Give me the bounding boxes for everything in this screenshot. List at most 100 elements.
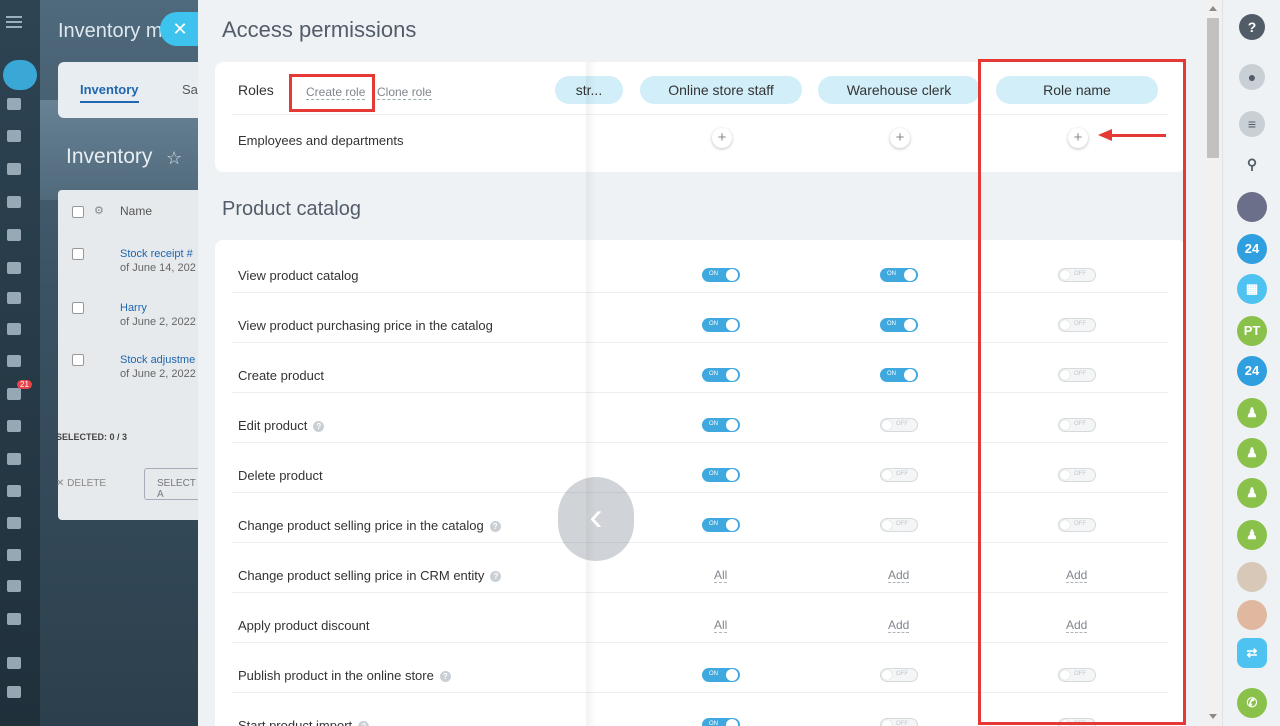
row-checkbox[interactable] [72,302,84,314]
target-icon[interactable] [7,420,21,432]
help-icon[interactable]: ? [490,571,502,582]
employees-icon[interactable] [7,292,21,304]
crm-filter-icon[interactable] [7,388,21,400]
sites-icon[interactable] [7,549,21,561]
left-sidebar: 21 [0,0,40,726]
create-role-highlight [289,74,375,112]
scroll-up-icon[interactable] [1209,6,1217,11]
window-title: Inventory m [58,20,163,42]
permission-toggle-on[interactable] [702,418,740,432]
help-icon[interactable]: ? [439,671,451,682]
cart-icon[interactable] [7,453,21,465]
name-column-header[interactable]: Name [120,204,152,218]
permission-toggle-off[interactable] [880,468,918,482]
vertical-scrollbar[interactable] [1204,0,1222,726]
chat-icon[interactable] [7,130,21,142]
add-employee-icon[interactable]: + [712,128,732,148]
access-permissions-panel: Access permissions Roles Create role Clo… [198,0,1222,726]
group-chat-icon[interactable]: ♟ [1237,520,1267,550]
permission-label: Change product selling price in CRM enti… [238,568,502,583]
permission-toggle-on[interactable] [702,468,740,482]
robot-icon[interactable] [7,229,21,241]
permission-toggle-on[interactable] [880,318,918,332]
permission-toggle-off[interactable] [880,418,918,432]
help-icon[interactable]: ? [489,521,501,532]
documents-icon[interactable] [7,196,21,208]
help-icon[interactable]: ? [313,421,325,432]
permission-value-link[interactable]: Add [888,569,910,583]
select-action-button[interactable]: SELECT A [144,468,200,500]
avatar[interactable] [1237,562,1267,592]
calendar-avatar-icon[interactable] [1237,600,1267,630]
close-slider-icon[interactable] [3,60,37,90]
permission-toggle-on[interactable] [702,318,740,332]
inventory-tabs: Inventory Sa [58,62,200,118]
permission-toggle-off[interactable] [880,718,918,726]
clone-role-link[interactable]: Clone role [377,85,432,100]
feed-icon[interactable] [7,98,21,110]
new-role-column-highlight [978,59,1186,725]
permission-toggle-on[interactable] [702,718,740,726]
hamburger-menu-icon[interactable] [6,16,22,28]
drive-icon[interactable] [7,262,21,274]
contact-card-icon[interactable] [7,485,21,497]
scroll-thumb[interactable] [1207,18,1219,158]
red-arrow-head-icon [1098,129,1112,141]
avatar-bitrix24[interactable]: 24 [1237,234,1267,264]
role-pill-online-store-staff[interactable]: Online store staff [640,76,802,104]
search-icon[interactable]: ⚲ [1239,151,1265,177]
table-row[interactable]: Harry of June 2, 2022 [120,302,196,328]
permission-value-link[interactable]: All [714,569,728,583]
avatar-pt[interactable]: PT [1237,316,1267,346]
table-row[interactable]: Stock receipt # of June 14, 202 [120,248,196,274]
group-chat-icon[interactable]: ♟ [1237,438,1267,468]
box-icon[interactable] [7,517,21,529]
help-icon[interactable]: ? [358,721,370,726]
tab-inventory[interactable]: Inventory [80,82,139,103]
right-sidebar: ? ● ≡ ⚲ 24 ▦ PT 24 ♟ ♟ ♟ ♟ ⇄ ✆ [1222,0,1280,726]
permission-toggle-on[interactable] [702,668,740,682]
transfer-icon[interactable]: ⇄ [1237,638,1267,668]
row-checkbox[interactable] [72,354,84,366]
permission-label: Edit product? [238,418,325,433]
tasks-icon[interactable] [7,355,21,367]
avatar-bitrix24[interactable]: 24 [1237,356,1267,386]
tab-sales[interactable]: Sa [182,82,198,97]
mail-icon[interactable] [7,323,21,335]
group-chat-icon[interactable]: ♟ [1237,398,1267,428]
settings-icon[interactable]: ⚙ [94,204,104,217]
calendar-chat-icon[interactable]: ▦ [1237,274,1267,304]
company-icon[interactable] [7,613,21,625]
permission-toggle-off[interactable] [880,518,918,532]
delete-button[interactable]: ✕ DELETE [56,478,106,489]
bell-icon[interactable]: ● [1239,64,1265,90]
gear-icon[interactable] [7,686,21,698]
avatar[interactable] [1237,192,1267,222]
scroll-left-chevron-icon[interactable]: ‹ [558,477,634,561]
calendar-icon[interactable] [7,163,21,175]
permission-toggle-on[interactable] [880,268,918,282]
add-employee-icon[interactable]: + [890,128,910,148]
phone-icon[interactable]: ✆ [1237,688,1267,718]
table-row[interactable]: Stock adjustme of June 2, 2022 [120,354,196,380]
row-checkbox[interactable] [72,248,84,260]
permission-toggle-on[interactable] [702,518,740,532]
permission-toggle-on[interactable] [702,368,740,382]
permission-toggle-on[interactable] [880,368,918,382]
star-icon[interactable]: ☆ [166,148,182,169]
permission-toggle-off[interactable] [880,668,918,682]
select-all-checkbox[interactable] [72,206,84,218]
settings-sliders-icon[interactable] [7,580,21,592]
permission-toggle-on[interactable] [702,268,740,282]
structure-icon[interactable] [7,657,21,669]
permission-value-link[interactable]: All [714,619,728,633]
close-panel-button[interactable]: ✕ [160,12,200,46]
role-pill-warehouse-clerk[interactable]: Warehouse clerk [818,76,980,104]
permission-label: Apply product discount [238,618,370,633]
roles-label: Roles [238,82,274,98]
help-icon[interactable]: ? [1239,14,1265,40]
permission-value-link[interactable]: Add [888,619,910,633]
group-chat-icon[interactable]: ♟ [1237,478,1267,508]
scroll-down-icon[interactable] [1209,714,1217,719]
chat-bubble-icon[interactable]: ≡ [1239,111,1265,137]
